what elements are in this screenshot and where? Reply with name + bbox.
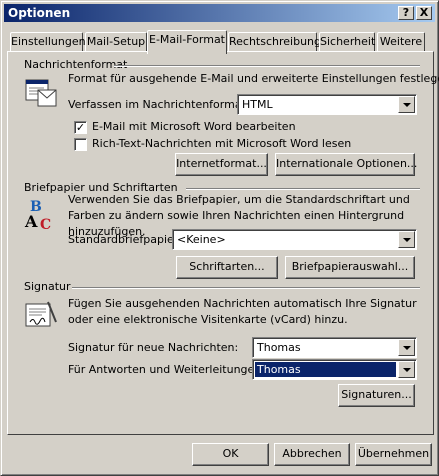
signature-divider — [72, 287, 420, 289]
default-stationery-label: Standardbriefpapier: — [68, 233, 182, 246]
signature-description: Fügen Sie ausgehenden Nachrichten automa… — [68, 297, 417, 326]
message-format-icon — [25, 79, 57, 107]
title-bar[interactable]: Optionen ? X — [4, 4, 435, 22]
tab-weitere[interactable]: Weitere — [377, 32, 425, 52]
ok-button[interactable]: OK — [192, 443, 269, 466]
word-edit-checkbox[interactable]: ✓ — [74, 121, 87, 134]
reply-signature-select[interactable]: Thomas — [252, 359, 417, 380]
tab-mail-setup[interactable]: Mail-Setup — [85, 32, 147, 52]
tab-email-format[interactable]: E-Mail-Format — [147, 30, 227, 54]
default-stationery-value: <Keine> — [177, 233, 226, 246]
new-signature-select[interactable]: Thomas — [252, 337, 417, 358]
compose-format-label: Verfassen im Nachrichtenformat: — [68, 98, 250, 111]
international-options-button[interactable]: Internationale Optionen... — [275, 153, 417, 176]
svg-text:A: A — [24, 212, 38, 231]
compose-format-value: HTML — [242, 98, 273, 111]
signature-icon — [25, 301, 57, 327]
new-signature-value: Thomas — [257, 341, 301, 354]
signatures-button[interactable]: Signaturen... — [338, 384, 415, 407]
message-format-description: Format für ausgehende E-Mail und erweite… — [68, 72, 439, 85]
tab-sicherheit[interactable]: Sicherheit — [319, 32, 375, 52]
compose-format-select[interactable]: HTML — [237, 94, 417, 115]
options-dialog: Optionen ? X Einstellungen Mail-Setup E-… — [0, 0, 439, 476]
word-read-label: Rich-Text-Nachrichten mit Microsoft Word… — [92, 137, 352, 150]
stationery-fonts-icon: B A C — [24, 199, 51, 233]
default-stationery-select[interactable]: <Keine> — [172, 229, 417, 250]
stationery-picker-button[interactable]: Briefpapierauswahl... — [285, 256, 415, 279]
stationery-divider — [186, 188, 420, 190]
signature-title: Signatur — [24, 280, 71, 293]
message-format-title: Nachrichtenformat — [24, 58, 128, 71]
window-title: Optionen — [8, 6, 71, 20]
svg-text:C: C — [40, 217, 51, 233]
close-button[interactable]: X — [416, 6, 432, 20]
fonts-button[interactable]: Schriftarten... — [176, 256, 278, 279]
help-button[interactable]: ? — [398, 6, 414, 20]
cancel-button[interactable]: Abbrechen — [274, 443, 350, 466]
dropdown-arrow-icon[interactable] — [398, 96, 415, 113]
dropdown-arrow-icon[interactable] — [398, 339, 415, 356]
word-read-checkbox[interactable] — [74, 138, 87, 151]
tab-rechtschreibung[interactable]: Rechtschreibung — [228, 32, 321, 52]
apply-button[interactable]: Übernehmen — [355, 443, 432, 466]
internet-format-button[interactable]: Internetformat... — [175, 153, 268, 176]
tab-einstellungen[interactable]: Einstellungen — [10, 32, 86, 52]
tab-panel: Nachrichtenformat Format für ausgehende … — [7, 51, 439, 435]
reply-signature-label: Für Antworten und Weiterleitungen: — [68, 363, 265, 376]
new-signature-label: Signatur für neue Nachrichten: — [68, 341, 239, 354]
reply-signature-value: Thomas — [255, 362, 396, 377]
dropdown-arrow-icon[interactable] — [398, 361, 415, 378]
dropdown-arrow-icon[interactable] — [398, 231, 415, 248]
word-edit-label: E-Mail mit Microsoft Word bearbeiten — [92, 120, 296, 133]
message-format-divider — [114, 65, 420, 67]
